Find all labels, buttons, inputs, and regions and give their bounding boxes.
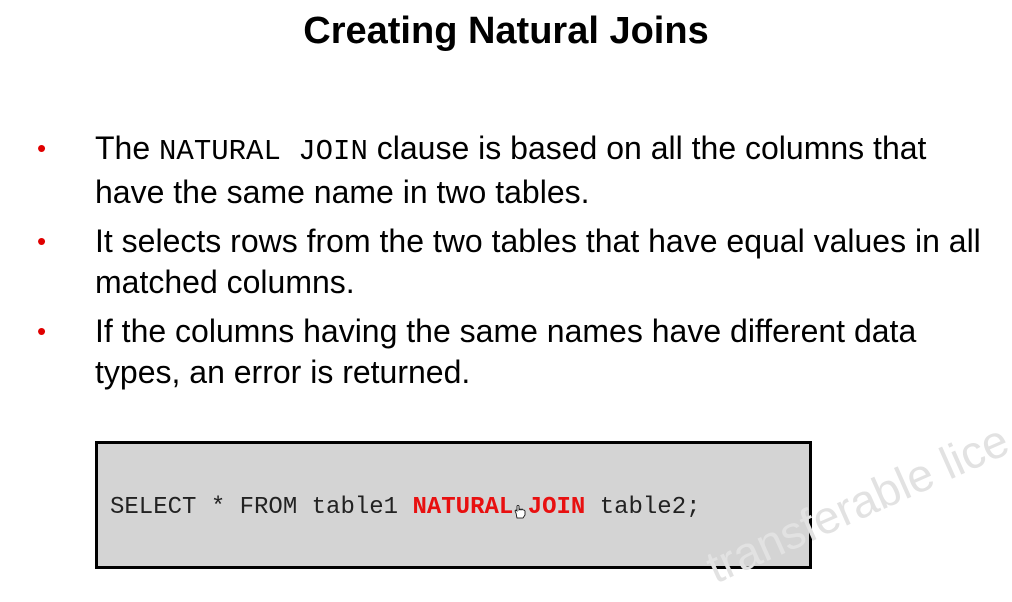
bullet-list: • The NATURAL JOIN clause is based on al… (0, 128, 1012, 401)
bullet-item-error-returned: • If the columns having the same names h… (0, 311, 985, 393)
sql-prefix: SELECT * FROM table1 (110, 494, 413, 521)
bullet-item-selects-rows: • It selects rows from the two tables th… (0, 221, 985, 303)
bullet-text: It selects rows from the two tables that… (95, 223, 981, 300)
sql-suffix: table2; (585, 494, 701, 521)
inline-code: NATURAL JOIN (159, 135, 368, 168)
sql-keyword-natural: NATURAL (412, 494, 514, 521)
slide-title: Creating Natural Joins (303, 10, 709, 52)
bullet-text: The (95, 130, 160, 166)
sql-keyword-join: JOIN (527, 494, 586, 521)
hand-cursor-icon (514, 505, 526, 519)
sql-statement: SELECT * FROM table1 NATURAL JOIN table2… (110, 494, 701, 522)
bullet-item-natural-join-clause: • The NATURAL JOIN clause is based on al… (0, 128, 985, 213)
bullet-text: If the columns having the same names hav… (95, 313, 917, 390)
bullet-dot-icon: • (37, 133, 47, 163)
bullet-dot-icon: • (37, 226, 47, 256)
bullet-dot-icon: • (37, 316, 47, 346)
